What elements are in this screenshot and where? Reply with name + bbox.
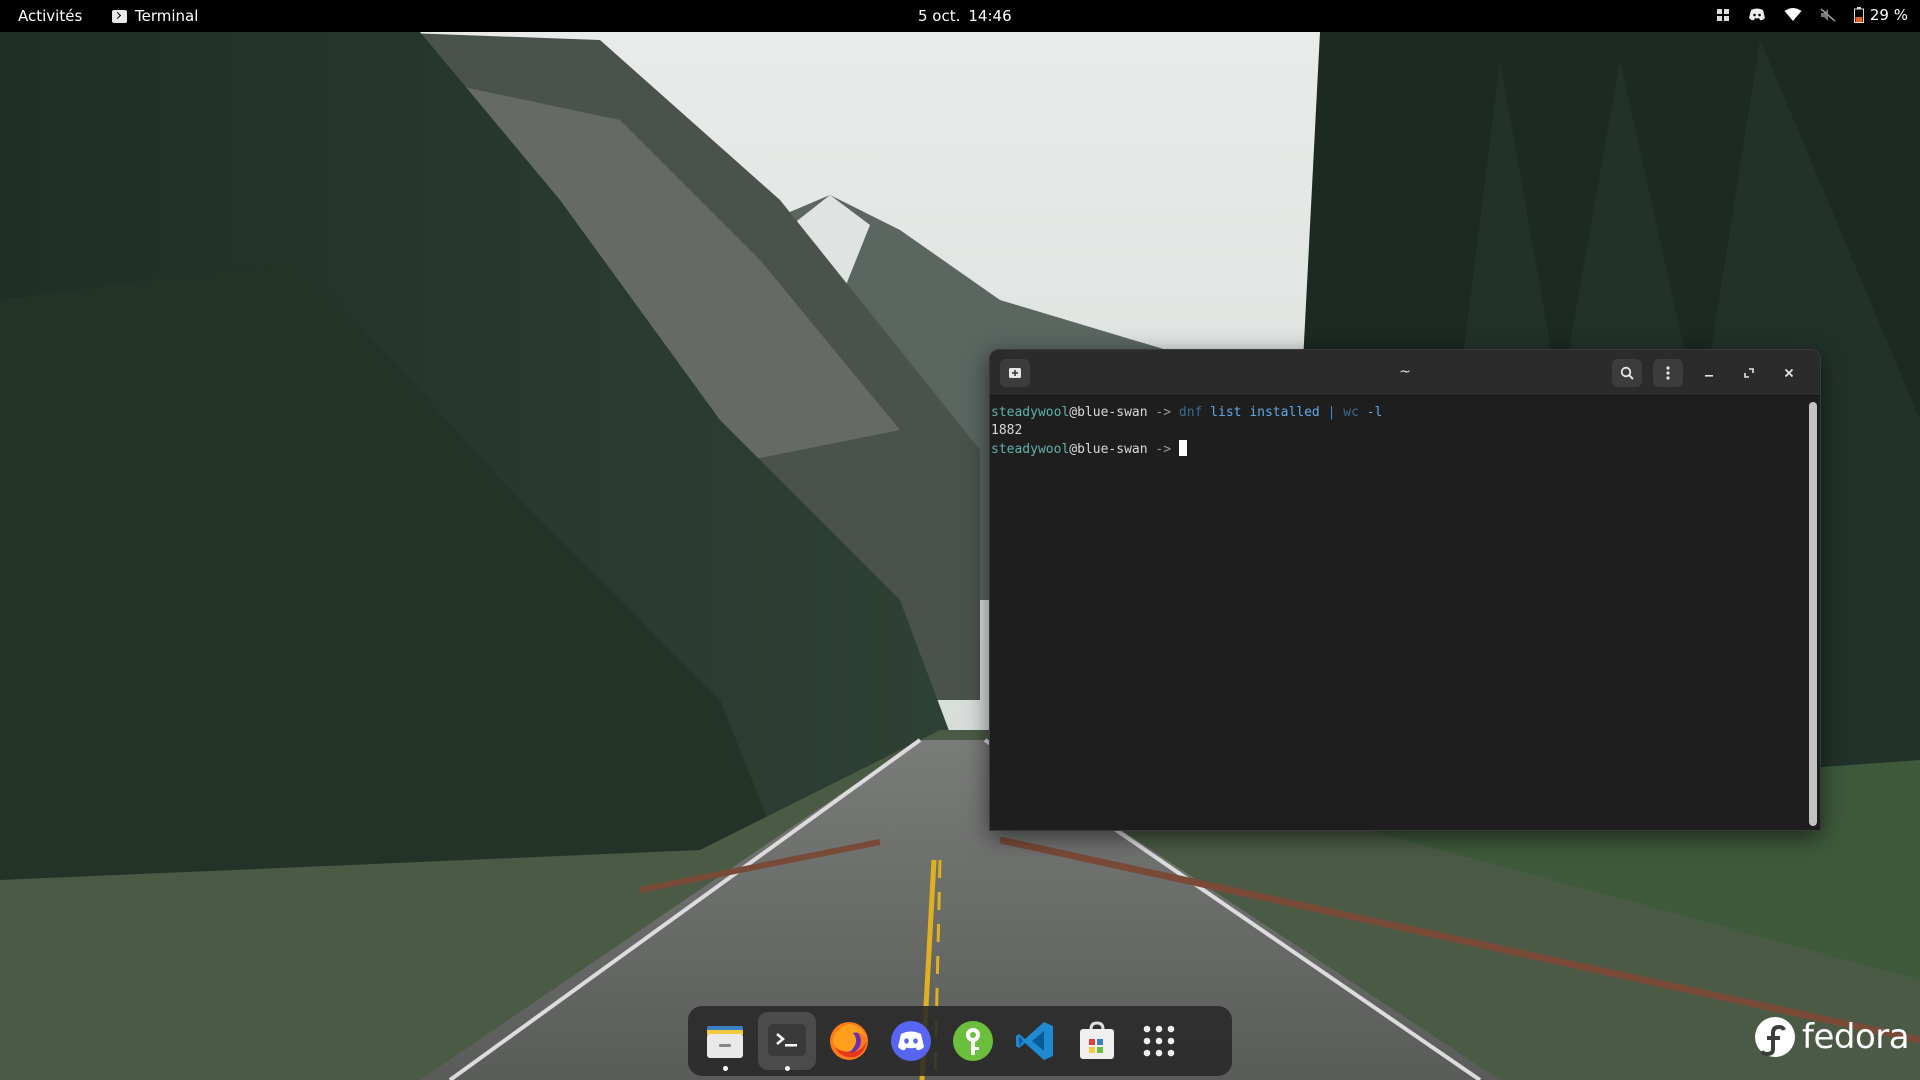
running-indicator — [785, 1066, 790, 1071]
terminal-line: steadywool@blue-swan -> dnf list install… — [991, 404, 1820, 422]
dock-files[interactable] — [696, 1012, 754, 1071]
terminal-line: steadywool@blue-swan -> — [991, 440, 1820, 458]
dash-dock — [688, 1006, 1232, 1076]
terminal-window[interactable]: ~ steadywool@blue-swan -> dnf list insta… — [989, 349, 1821, 831]
wifi-icon[interactable] — [1784, 8, 1802, 22]
search-icon — [1620, 366, 1634, 380]
prompt-arrow: -> — [1147, 405, 1179, 420]
dock-vscode[interactable] — [1006, 1012, 1064, 1070]
terminal-output[interactable]: steadywool@blue-swan -> dnf list install… — [990, 396, 1820, 830]
text-cursor — [1178, 440, 1187, 456]
battery-icon — [1853, 7, 1864, 23]
app-menu[interactable]: Terminal — [112, 7, 198, 25]
app-menu-label: Terminal — [135, 7, 199, 25]
vscode-icon — [1016, 1022, 1053, 1060]
software-icon — [1080, 1021, 1114, 1059]
discord-icon — [891, 1021, 931, 1061]
dock-terminal[interactable] — [758, 1012, 816, 1071]
dock-firefox[interactable] — [820, 1012, 878, 1070]
command-name-2: wc — [1335, 405, 1359, 420]
clock[interactable]: 5 oct. 14:46 — [918, 7, 1012, 25]
minimize-button[interactable] — [1698, 362, 1720, 384]
maximize-icon — [1744, 368, 1754, 378]
kebab-menu-icon — [1666, 366, 1670, 380]
main-menu-button[interactable] — [1653, 359, 1683, 387]
command-output: 1882 — [991, 423, 1023, 438]
firefox-icon — [830, 1022, 868, 1060]
dock-show-apps[interactable] — [1130, 1012, 1188, 1070]
prompt-user: steadywool — [991, 442, 1070, 457]
workspace-grid-icon[interactable] — [1716, 8, 1730, 22]
keepassxc-icon — [953, 1021, 993, 1061]
fedora-wordmark: fedora — [1802, 1017, 1910, 1057]
terminal-headerbar[interactable]: ~ — [990, 350, 1820, 396]
discord-tray-icon[interactable] — [1748, 8, 1766, 22]
terminal-line: 1882 — [991, 422, 1820, 440]
prompt-host: @blue-swan — [1069, 405, 1148, 420]
terminal-app-icon — [112, 9, 127, 23]
running-indicator — [723, 1066, 728, 1071]
files-icon — [707, 1026, 743, 1058]
prompt-user: steadywool — [991, 405, 1070, 420]
close-icon — [1784, 368, 1794, 378]
top-bar: Activités Terminal 5 oct. 14:46 29 % — [0, 0, 1920, 32]
app-grid-icon — [1143, 1025, 1175, 1057]
terminal-title: ~ — [1399, 364, 1411, 380]
close-button[interactable] — [1778, 362, 1800, 384]
fedora-logo-icon — [1755, 1017, 1795, 1057]
command-args: list installed — [1202, 405, 1328, 420]
command-args-2: -l — [1358, 405, 1383, 420]
system-tray[interactable]: 29 % — [1716, 6, 1908, 24]
terminal-scrollbar[interactable] — [1809, 402, 1817, 826]
command-name: dnf — [1178, 405, 1203, 420]
dock-software[interactable] — [1068, 1012, 1126, 1070]
volume-muted-icon[interactable] — [1820, 8, 1836, 22]
dock-discord[interactable] — [882, 1012, 940, 1070]
clock-time: 14:46 — [968, 7, 1012, 25]
battery-percentage: 29 % — [1869, 6, 1908, 24]
search-button[interactable] — [1612, 359, 1642, 387]
terminal-icon — [768, 1024, 806, 1056]
dock-keepassxc[interactable] — [944, 1012, 1002, 1070]
prompt-arrow: -> — [1147, 442, 1179, 457]
activities-button[interactable]: Activités — [18, 7, 82, 25]
fedora-watermark: fedora — [1754, 1016, 1910, 1058]
battery-indicator[interactable]: 29 % — [1853, 6, 1908, 24]
prompt-host: @blue-swan — [1069, 442, 1148, 457]
clock-date: 5 oct. — [918, 7, 961, 25]
maximize-button[interactable] — [1738, 362, 1760, 384]
minimize-icon — [1705, 375, 1713, 377]
